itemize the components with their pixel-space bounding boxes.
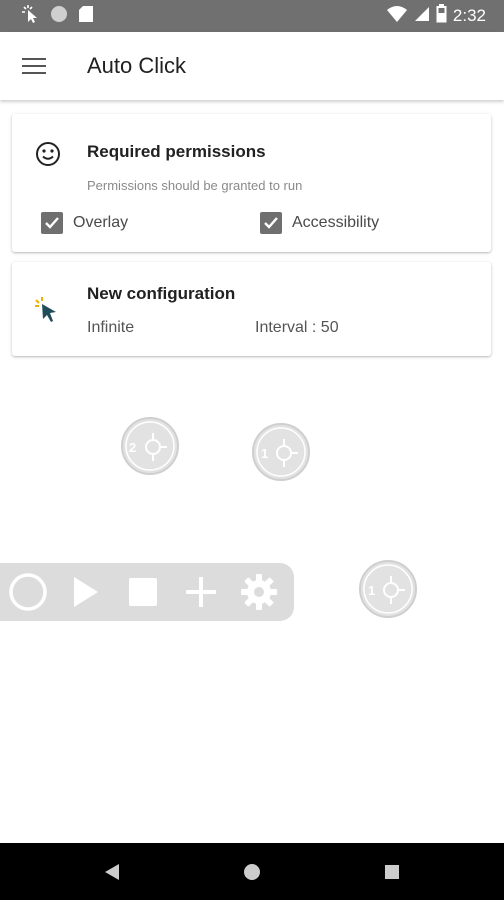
touch-icon bbox=[20, 4, 40, 29]
checkbox-checked-icon bbox=[260, 212, 282, 234]
permissions-title: Required permissions bbox=[87, 142, 266, 161]
add-icon[interactable] bbox=[172, 563, 230, 621]
configuration-mode: Infinite bbox=[87, 319, 135, 336]
sd-card-icon bbox=[78, 5, 94, 28]
click-target-number: 1 bbox=[261, 446, 269, 461]
navigation-bar bbox=[0, 843, 504, 900]
permissions-card: Required permissions Permissions should … bbox=[12, 114, 491, 252]
accessibility-checkbox[interactable]: Accessibility bbox=[260, 212, 379, 234]
home-icon[interactable] bbox=[222, 843, 282, 900]
cursor-click-icon bbox=[34, 296, 62, 329]
record-circle-icon[interactable] bbox=[0, 563, 56, 621]
click-target-number: 1 bbox=[368, 583, 376, 598]
back-icon[interactable] bbox=[82, 843, 142, 900]
stop-icon[interactable] bbox=[114, 563, 172, 621]
app-bar: Auto Click bbox=[0, 32, 504, 100]
overlay-checkbox[interactable]: Overlay bbox=[41, 212, 128, 234]
click-target-number: 2 bbox=[129, 440, 137, 455]
page-title: Auto Click bbox=[87, 53, 187, 78]
click-target-2[interactable]: 2 bbox=[121, 417, 179, 475]
overlay-label: Overlay bbox=[73, 214, 129, 231]
permissions-subtitle: Permissions should be granted to run bbox=[87, 178, 303, 193]
configuration-title: New configuration bbox=[87, 284, 236, 303]
cell-signal-icon bbox=[414, 6, 430, 27]
recents-icon[interactable] bbox=[362, 843, 422, 900]
circle-status-icon bbox=[50, 5, 68, 28]
accessibility-label: Accessibility bbox=[292, 214, 380, 231]
hamburger-menu-icon[interactable] bbox=[17, 49, 51, 83]
battery-icon bbox=[436, 4, 447, 28]
configuration-card[interactable]: New configuration Infinite Interval : 50 bbox=[12, 262, 491, 356]
click-target-1[interactable]: 1 bbox=[252, 423, 310, 481]
wifi-icon bbox=[386, 5, 408, 28]
click-target-1-secondary[interactable]: 1 bbox=[359, 560, 417, 618]
status-bar: 2:32 bbox=[0, 0, 504, 32]
status-time: 2:32 bbox=[452, 6, 486, 25]
configuration-interval: Interval : 50 bbox=[255, 319, 339, 336]
play-icon[interactable] bbox=[56, 563, 114, 621]
overlay-toolbar bbox=[0, 563, 294, 621]
checkbox-checked-icon bbox=[41, 212, 63, 234]
settings-gear-icon[interactable] bbox=[230, 563, 288, 621]
smiley-icon bbox=[35, 141, 61, 172]
